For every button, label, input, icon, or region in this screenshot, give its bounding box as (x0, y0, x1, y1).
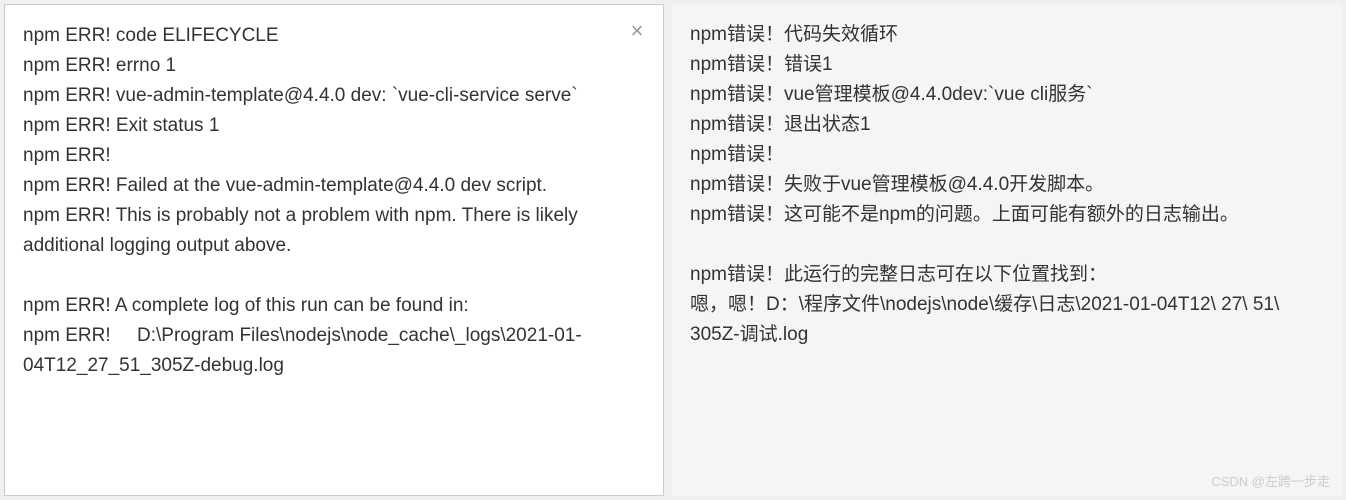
watermark: CSDN @左跨一步走 (1211, 471, 1330, 490)
translation-container: × npm ERR! code ELIFECYCLE npm ERR! errn… (0, 0, 1346, 500)
translation-panel: npm错误！代码失效循环 npm错误！错误1 npm错误！vue管理模板@4.4… (672, 4, 1342, 496)
close-icon[interactable]: × (625, 19, 649, 43)
translated-text: npm错误！代码失效循环 npm错误！错误1 npm错误！vue管理模板@4.4… (690, 20, 1324, 350)
source-panel: × npm ERR! code ELIFECYCLE npm ERR! errn… (4, 4, 664, 496)
source-text[interactable]: npm ERR! code ELIFECYCLE npm ERR! errno … (23, 21, 645, 381)
